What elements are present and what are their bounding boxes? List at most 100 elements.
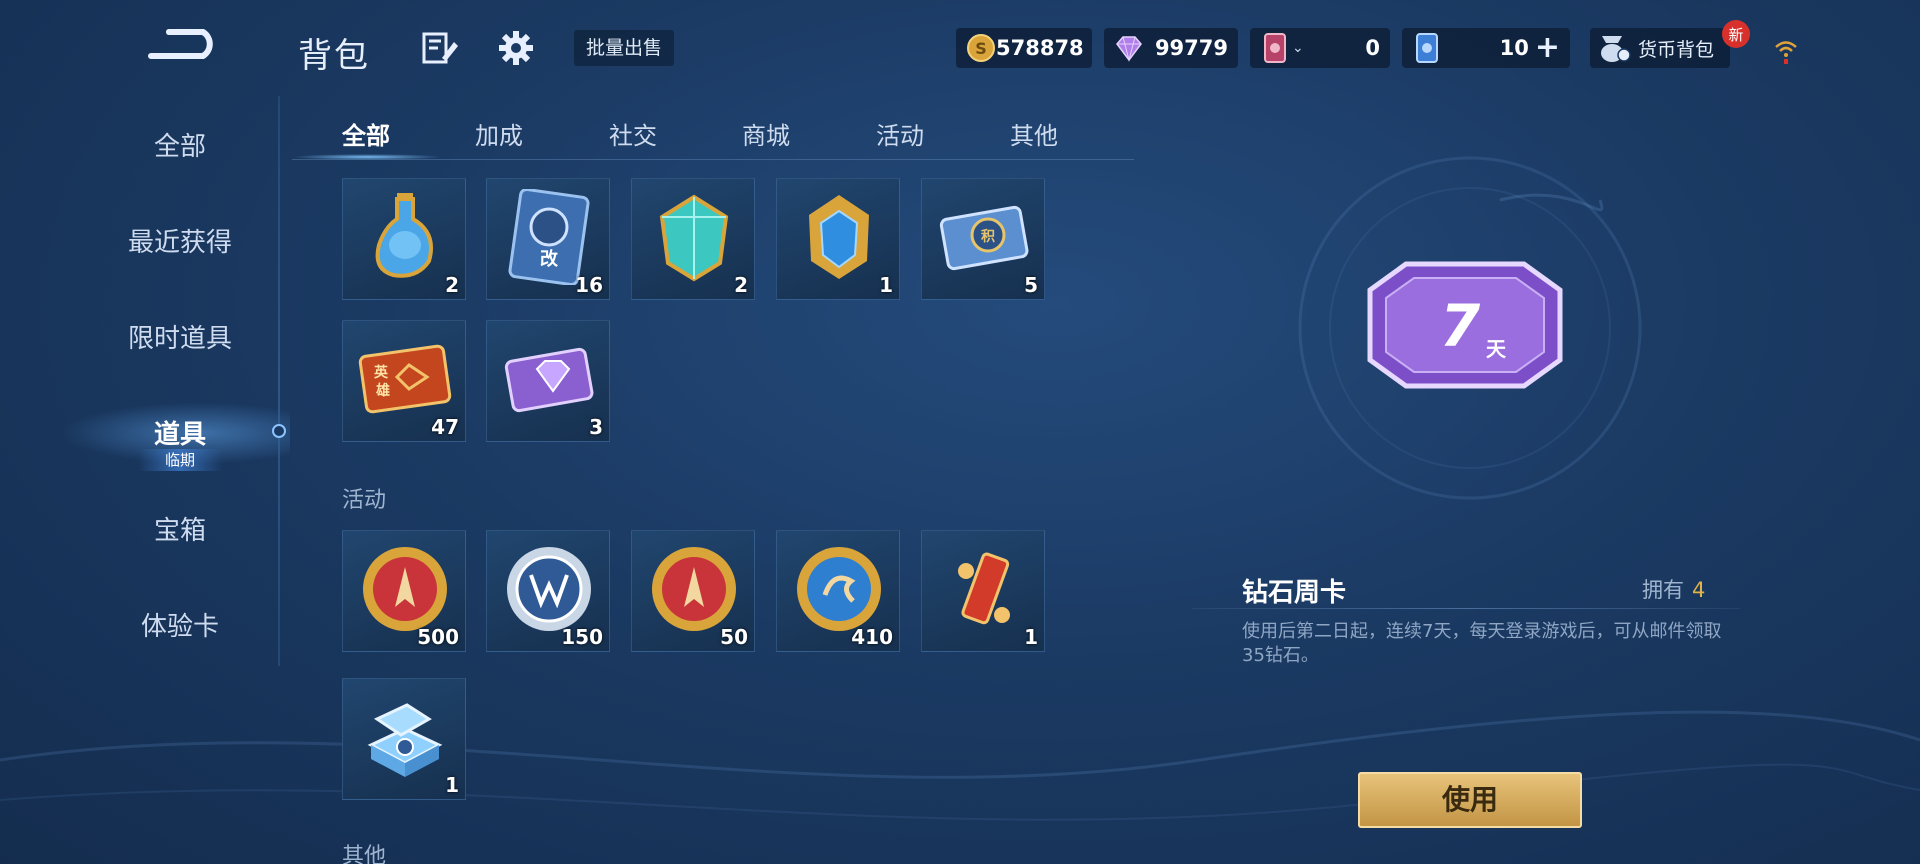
sidebar: 全部 最近获得 限时道具 临期 道具 宝箱 体验卡 <box>80 96 280 666</box>
item-count: 500 <box>417 625 459 649</box>
sidebar-item-recent[interactable]: 最近获得 <box>80 222 280 259</box>
item-slot[interactable]: 3 <box>486 320 610 442</box>
page-title: 背包 <box>298 36 370 76</box>
card-currency: ⌄ 0 <box>1250 28 1390 68</box>
tab-active-underline <box>292 154 442 160</box>
blue-gem-icon <box>809 195 869 279</box>
wifi-icon <box>1768 30 1804 70</box>
vw-coin-icon <box>507 547 591 631</box>
category-tabs: 全部 加成 社交 商城 活动 其他 <box>292 112 1134 160</box>
gold-value: 578878 <box>996 36 1084 60</box>
back-arrow-icon <box>148 29 213 59</box>
detail-divider <box>1192 608 1740 609</box>
item-count: 2 <box>445 273 459 297</box>
top-bar: 背包 批量出售 S 578878 99779 ⌄ 0 10 + 货币背包 新 <box>0 0 1920 96</box>
section-label-activity: 活动 <box>342 488 387 513</box>
owned-label: 拥有 <box>1642 578 1684 602</box>
tab-shop[interactable]: 商城 <box>742 116 790 151</box>
sidebar-item-props[interactable]: 道具 <box>80 414 280 451</box>
gift-box-icon <box>367 703 443 777</box>
svg-text:雄: 雄 <box>375 382 390 399</box>
item-count: 410 <box>851 625 893 649</box>
tab-social[interactable]: 社交 <box>609 116 657 151</box>
edit-icon <box>422 32 458 64</box>
gold-currency: S 578878 <box>956 28 1092 68</box>
scroll-icon <box>958 552 1010 625</box>
item-slot[interactable]: 1 <box>921 530 1045 652</box>
edit-button[interactable] <box>418 26 462 70</box>
diamond-icon <box>1114 33 1144 63</box>
gear-icon <box>499 31 533 65</box>
red-pen-coin-icon <box>652 547 736 631</box>
svg-text:S: S <box>975 39 987 58</box>
diamond-card-icon <box>504 347 594 413</box>
sidebar-item-chests[interactable]: 宝箱 <box>80 510 280 547</box>
svg-text:积: 积 <box>981 228 995 245</box>
section-label-other: 其他 <box>342 844 387 864</box>
diamond-week-card-emblem: 7 天 <box>1367 261 1563 389</box>
item-slot[interactable]: 2 <box>631 178 755 300</box>
item-count: 2 <box>734 273 748 297</box>
item-count: 47 <box>431 415 459 439</box>
blue-card-icon <box>1412 33 1442 63</box>
item-count: 1 <box>1024 625 1038 649</box>
item-slot[interactable]: 150 <box>486 530 610 652</box>
chevron-down-icon[interactable]: ⌄ <box>1292 40 1304 56</box>
svg-text:7: 7 <box>1440 292 1481 360</box>
money-bag-icon <box>1601 36 1631 62</box>
item-name: 钻石周卡 <box>1242 578 1347 608</box>
settings-button[interactable] <box>494 26 538 70</box>
tab-all[interactable]: 全部 <box>342 116 390 151</box>
sidebar-item-all[interactable]: 全部 <box>80 126 280 163</box>
item-count: 3 <box>589 415 603 439</box>
use-button[interactable]: 使用 <box>1358 772 1582 828</box>
hero-ticket-icon: 英 雄 <box>358 344 452 414</box>
tab-boost[interactable]: 加成 <box>475 116 523 151</box>
item-count: 1 <box>445 773 459 797</box>
item-slot[interactable]: 500 <box>342 530 466 652</box>
red-pen-coin-icon <box>363 547 447 631</box>
back-button[interactable] <box>140 20 230 72</box>
sidebar-item-limited[interactable]: 限时道具 <box>80 318 280 355</box>
crystal-gem-icon <box>659 194 729 282</box>
item-slot[interactable]: 改 16 <box>486 178 610 300</box>
item-count: 16 <box>575 273 603 297</box>
bulk-sell-button[interactable]: 批量出售 <box>574 30 675 66</box>
diamond-currency: 99779 <box>1104 28 1238 68</box>
tab-other[interactable]: 其他 <box>1010 116 1058 151</box>
svg-text:英: 英 <box>373 364 389 381</box>
expiring-tag: 临期 <box>138 449 222 471</box>
owned-number: 4 <box>1692 578 1706 602</box>
blue-gold-coin-icon <box>797 547 881 631</box>
currency-bag-button[interactable]: 货币背包 <box>1590 28 1730 68</box>
owned-count: 拥有 4 <box>1642 574 1705 604</box>
item-count: 1 <box>879 273 893 297</box>
item-description: 使用后第二日起，连续7天，每天登录游戏后，可从邮件领取35钻石。 <box>1242 621 1722 666</box>
sidebar-item-trial-cards[interactable]: 体验卡 <box>80 606 280 643</box>
item-slot[interactable]: 50 <box>631 530 755 652</box>
gold-coin-icon: S <box>966 33 996 63</box>
item-slot[interactable]: 1 <box>342 678 466 800</box>
point-ticket-icon: 积 <box>939 205 1029 271</box>
item-slot[interactable]: 1 <box>776 178 900 300</box>
coupon-value: 10 <box>1499 36 1529 60</box>
diamond-value: 99779 <box>1154 36 1228 60</box>
card-value: 0 <box>1365 36 1380 60</box>
item-slot[interactable]: 410 <box>776 530 900 652</box>
currency-bag-label: 货币背包 <box>1638 38 1715 61</box>
new-badge: 新 <box>1722 20 1750 48</box>
item-count: 5 <box>1024 273 1038 297</box>
item-slot[interactable]: 英 雄 47 <box>342 320 466 442</box>
red-card-icon <box>1260 33 1290 63</box>
item-slot[interactable]: 积 5 <box>921 178 1045 300</box>
coupon-currency: 10 + <box>1402 28 1570 68</box>
tab-event[interactable]: 活动 <box>876 116 924 151</box>
item-count: 150 <box>561 625 603 649</box>
item-slot[interactable]: 2 <box>342 178 466 300</box>
svg-text:天: 天 <box>1486 337 1507 361</box>
rename-card-icon: 改 <box>508 189 590 285</box>
add-coupon-button[interactable]: + <box>1535 33 1560 63</box>
potion-icon <box>375 193 433 278</box>
item-count: 50 <box>720 625 748 649</box>
svg-text:改: 改 <box>540 248 559 270</box>
